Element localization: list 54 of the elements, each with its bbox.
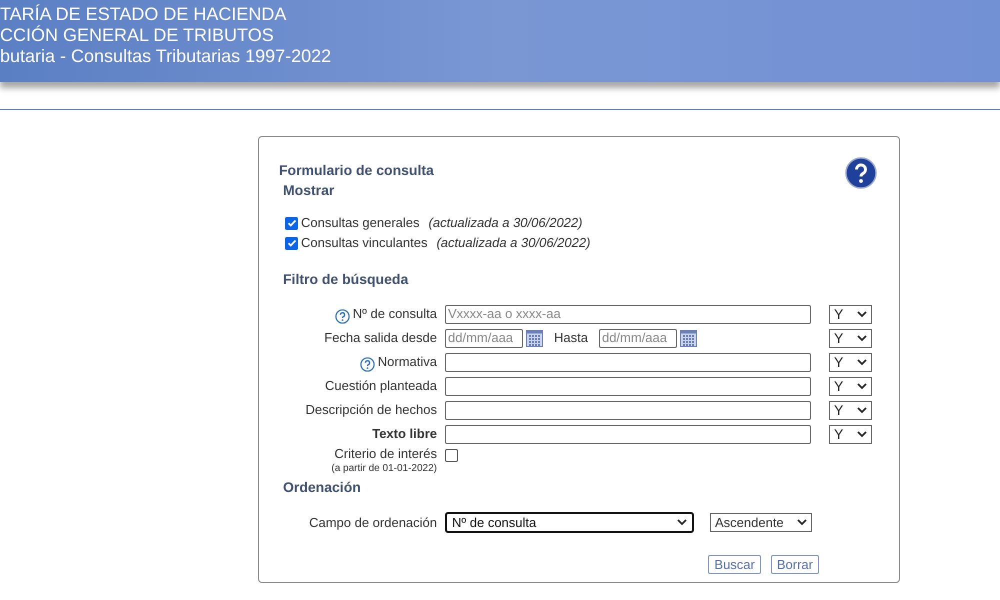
chevron-icon — [797, 519, 807, 526]
operator-select[interactable]: Y — [829, 304, 872, 324]
chevron-icon — [857, 406, 867, 414]
field-label: Criterio de interés — [334, 446, 437, 461]
checkbox[interactable] — [285, 236, 298, 250]
operator-select[interactable]: Y — [829, 376, 872, 396]
text-field[interactable] — [445, 424, 811, 444]
form-title: Formulario de consulta — [279, 161, 434, 180]
text-field[interactable] — [445, 400, 811, 420]
field-label: Nº de consulta — [352, 305, 437, 324]
field-label: Descripción de hechos — [305, 401, 437, 420]
field-label: Texto libre — [372, 425, 437, 444]
field-label: Hasta — [554, 329, 588, 348]
form-button[interactable]: Buscar — [708, 555, 761, 574]
calendar-icon[interactable] — [680, 330, 697, 346]
date-field[interactable]: dd/mm/aaa — [598, 328, 677, 348]
calendar-icon[interactable] — [526, 330, 543, 346]
chevron-icon — [857, 334, 867, 342]
text-field[interactable] — [445, 376, 811, 396]
checkbox[interactable] — [285, 216, 298, 230]
form-button[interactable]: Borrar — [770, 555, 819, 574]
sort-field-select[interactable]: Nº de consulta — [445, 512, 694, 533]
field-label: Campo de ordenación — [309, 514, 437, 532]
chevron-icon — [677, 519, 687, 526]
update-note: (actualizada a 30/06/2022) — [436, 234, 590, 252]
update-note: (actualizada a 30/06/2022) — [428, 214, 582, 232]
help-icon[interactable] — [334, 308, 350, 324]
chevron-icon — [857, 358, 867, 366]
option-label: Consultas generales — [301, 214, 420, 232]
help-icon[interactable] — [360, 356, 375, 372]
date-field[interactable]: dd/mm/aaa — [445, 328, 523, 348]
text-field[interactable]: Vxxxx-aa o xxxx-aa — [445, 304, 811, 324]
chevron-icon — [857, 310, 867, 318]
header-title: butaria - Consultas Tributarias 1997-2022 — [0, 46, 332, 67]
operator-select[interactable]: Y — [829, 328, 872, 348]
help-icon[interactable] — [845, 157, 877, 189]
text-field[interactable] — [445, 352, 811, 372]
checkbox[interactable] — [445, 449, 458, 462]
sort-direction-select[interactable]: Ascendente — [710, 513, 812, 532]
section-heading: Filtro de búsqueda — [283, 271, 408, 287]
header-title: TARÍA DE ESTADO DE HACIENDA — [0, 4, 288, 25]
chevron-icon — [857, 382, 867, 390]
field-sublabel: (a partir de 01-01-2022) — [331, 462, 437, 476]
field-label: Fecha salida desde — [324, 329, 437, 348]
operator-select[interactable]: Y — [829, 352, 872, 372]
option-label: Consultas vinculantes — [301, 234, 428, 252]
section-heading: Mostrar — [283, 182, 334, 198]
header-title: CCIÓN GENERAL DE TRIBUTOS — [0, 25, 275, 46]
field-label: Normativa — [378, 353, 437, 372]
section-heading: Ordenación — [283, 479, 361, 495]
operator-select[interactable]: Y — [829, 400, 872, 420]
field-label: Cuestión planteada — [324, 377, 437, 396]
operator-select[interactable]: Y — [829, 424, 872, 444]
chevron-icon — [857, 430, 867, 438]
